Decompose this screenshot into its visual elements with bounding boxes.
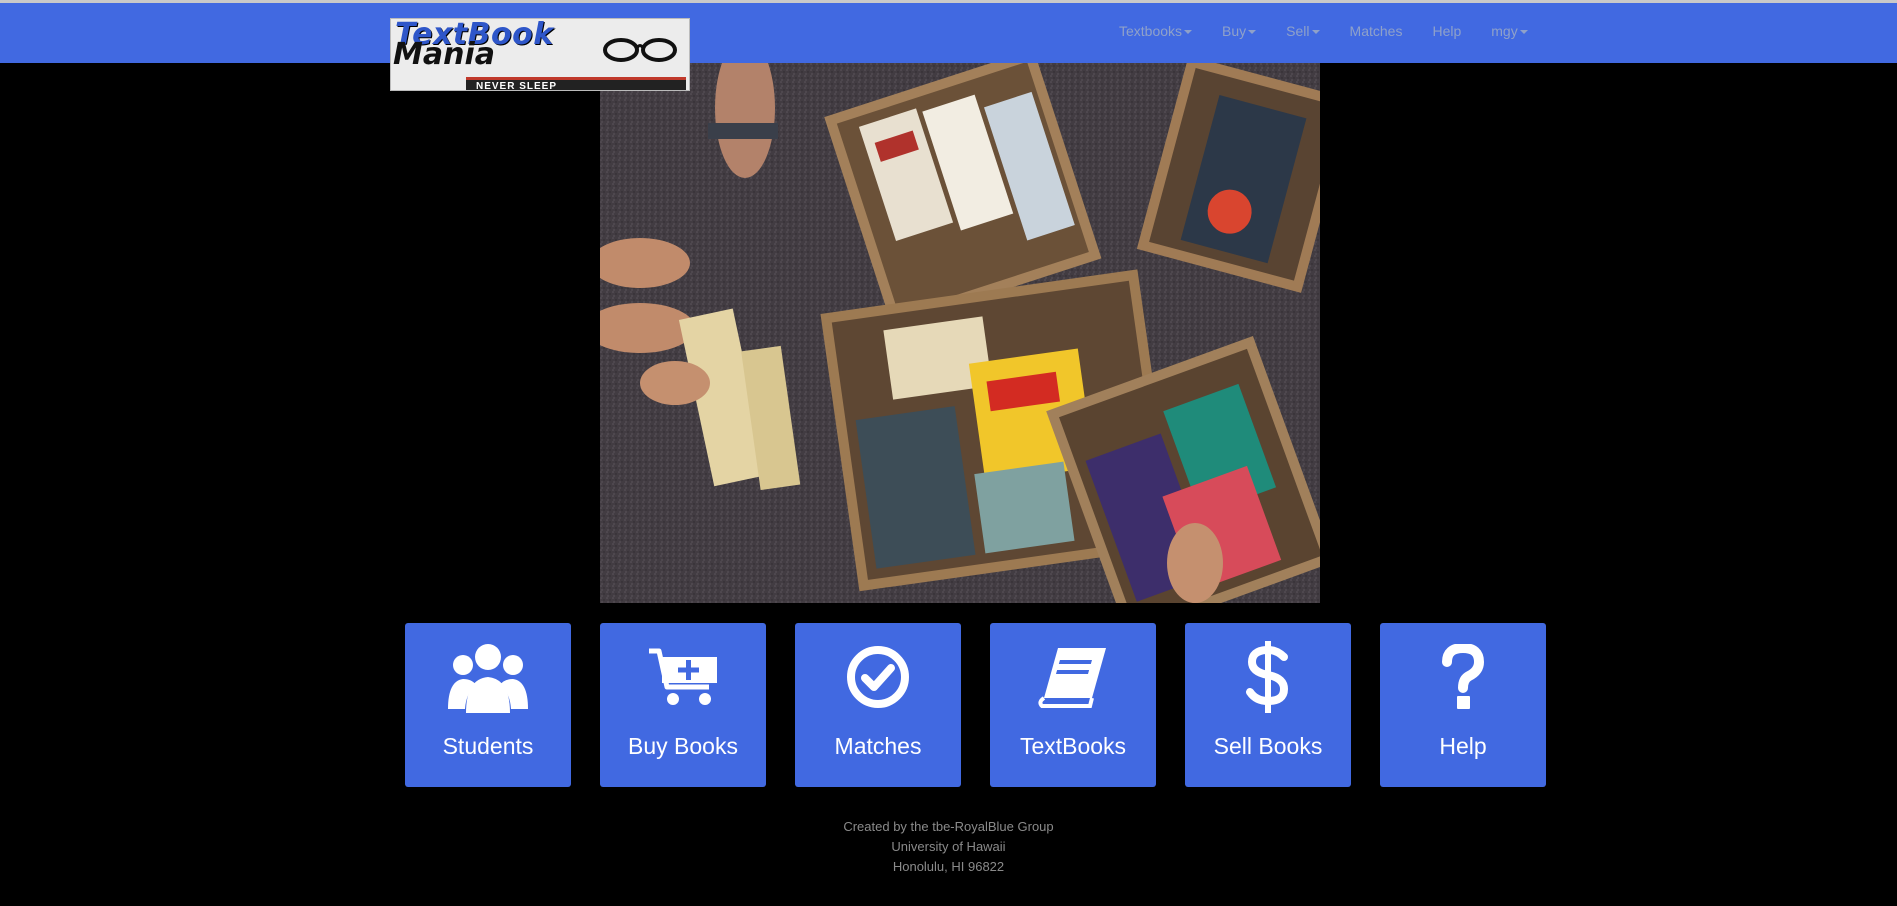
nav-item-textbooks[interactable]: Textbooks [1104, 6, 1207, 56]
caret-down-icon [1311, 30, 1320, 35]
cart-plus-icon [600, 639, 766, 715]
tile-label: Sell Books [1213, 733, 1323, 759]
nav-item-matches[interactable]: Matches [1335, 6, 1418, 56]
tile-label: Buy Books [628, 733, 738, 759]
tile-label: Matches [834, 733, 922, 759]
logo-tagline-strip: NEVER SLEEP [466, 77, 686, 91]
users-icon [405, 639, 571, 715]
nav-item-label: Matches [1349, 23, 1403, 39]
nav-item-label: Sell [1286, 23, 1310, 39]
caret-down-icon [1519, 30, 1528, 35]
glasses-icon [603, 38, 677, 62]
page-footer: Created by the tbe-RoyalBlue Group Unive… [0, 817, 1897, 877]
dollar-icon [1185, 639, 1351, 715]
tile-sell-books[interactable]: Sell Books [1185, 623, 1351, 787]
nav-item-label: Buy [1222, 23, 1247, 39]
caret-down-icon [1184, 30, 1193, 35]
logo-tagline: NEVER SLEEP [476, 81, 558, 91]
site-logo[interactable]: TextBook Mania NEVER SLEEP [390, 18, 690, 91]
tile-students[interactable]: Students [405, 623, 571, 787]
tile-label: Help [1439, 733, 1487, 759]
logo-text-line2: Mania [393, 37, 495, 72]
nav-item-label: mgy [1491, 23, 1518, 39]
nav-item-label: Textbooks [1119, 23, 1183, 39]
caret-down-icon [1248, 30, 1257, 35]
tile-label: TextBooks [1019, 733, 1127, 759]
hero-image [600, 63, 1320, 603]
nav-item-user-menu[interactable]: mgy [1476, 6, 1542, 56]
nav-menu: Textbooks Buy Sell Matches Help mgy [1104, 6, 1543, 56]
nav-item-label: Help [1432, 23, 1462, 39]
nav-item-sell[interactable]: Sell [1271, 6, 1334, 56]
footer-university: University of Hawaii [891, 839, 1006, 854]
question-icon [1380, 639, 1546, 715]
nav-item-help[interactable]: Help [1417, 6, 1476, 56]
book-icon [990, 639, 1156, 715]
nav-item-buy[interactable]: Buy [1207, 6, 1271, 56]
books-photo [600, 63, 1320, 603]
tile-help[interactable]: Help [1380, 623, 1546, 787]
footer-address: Honolulu, HI 96822 [892, 859, 1005, 874]
tile-buy-books[interactable]: Buy Books [600, 623, 766, 787]
top-navbar: Textbooks Buy Sell Matches Help mgy [0, 3, 1897, 63]
check-circle-icon [795, 639, 961, 715]
tile-textbooks[interactable]: TextBooks [990, 623, 1156, 787]
tile-matches[interactable]: Matches [795, 623, 961, 787]
footer-credit: Created by the tbe-RoyalBlue Group [843, 819, 1054, 834]
tile-label: Students [442, 733, 534, 759]
